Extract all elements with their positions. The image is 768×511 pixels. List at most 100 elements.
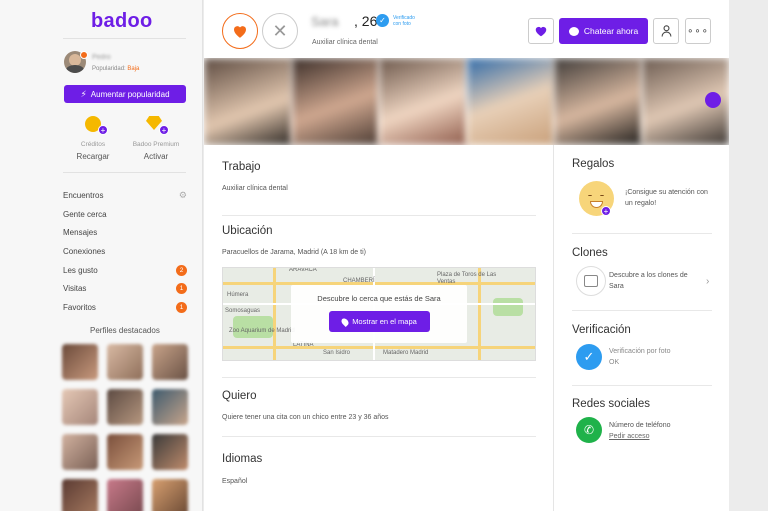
like-button[interactable]	[222, 13, 258, 49]
work-title: Trabajo	[222, 161, 261, 173]
location-text: Paracuellos de Jarama, Madrid (A 18 km d…	[222, 249, 366, 256]
profile-main: ✕ Sara , 26 ✓ Verificado con foto Auxili…	[204, 0, 729, 511]
profile-photo[interactable]	[204, 58, 292, 145]
more-photos-icon[interactable]	[705, 92, 721, 108]
verification-title: Verificación	[572, 324, 631, 336]
sidebar-item-gente-cerca[interactable]: Gente cerca	[63, 205, 187, 224]
request-access-link[interactable]: Pedir acceso	[609, 433, 649, 440]
map-park	[233, 316, 273, 338]
featured-profile-thumb[interactable]	[107, 389, 143, 425]
location-title: Ubicación	[222, 225, 273, 237]
divider	[222, 436, 536, 437]
more-options-button[interactable]: ∘∘∘	[685, 18, 711, 44]
sidebar-item-conexiones[interactable]: Conexiones	[63, 242, 187, 261]
image-icon	[584, 275, 598, 287]
nav-label: Favoritos	[63, 302, 96, 312]
phone-text: Número de teléfono	[609, 422, 671, 429]
map-label: Somosaguas	[225, 308, 261, 314]
featured-profile-thumb[interactable]	[107, 344, 143, 380]
verification-text: Verificación por foto	[609, 348, 671, 355]
popularity-value: Baja	[127, 66, 140, 72]
heart-icon	[234, 26, 246, 38]
featured-profile-thumb[interactable]	[62, 389, 98, 425]
clones-text[interactable]: Descubre a los clones de Sara	[609, 271, 704, 292]
profile-photo[interactable]	[554, 58, 642, 145]
user-icon	[661, 25, 671, 37]
popularity-status: Popularidad: Baja	[92, 66, 139, 72]
lightning-icon: ⚡	[80, 88, 87, 99]
featured-profile-thumb[interactable]	[107, 434, 143, 470]
profile-age: , 26	[354, 13, 378, 29]
verified-check-icon: ✓	[576, 344, 602, 370]
chevron-right-icon[interactable]: ›	[706, 276, 709, 287]
divider	[222, 215, 536, 216]
featured-profiles-grid	[62, 344, 188, 511]
featured-profile-thumb[interactable]	[152, 434, 188, 470]
premium-title: Badoo Premium	[132, 141, 180, 148]
nav-label: Gente cerca	[63, 209, 107, 219]
boost-popularity-button[interactable]: ⚡ Aumentar popularidad	[64, 85, 186, 103]
chat-bubble-icon	[568, 26, 579, 36]
sidebar-nav: Encuentros ⚙ Gente cerca Mensajes Conexi…	[63, 186, 187, 317]
verified-label: Verificado con foto	[393, 15, 415, 27]
social-title: Redes sociales	[572, 398, 650, 410]
chat-label: Chatear ahora	[583, 26, 639, 36]
featured-profiles-title: Perfiles destacados	[90, 326, 160, 335]
badoo-logo[interactable]: badoo	[91, 10, 153, 33]
boost-label: Aumentar popularidad	[90, 89, 170, 99]
map-overlay: Descubre lo cerca que estás de Sara Most…	[291, 285, 467, 343]
dislike-button[interactable]: ✕	[262, 13, 298, 49]
map-label: Plaza de Toros de Las Ventas	[437, 272, 497, 285]
nav-label: Encuentros	[63, 190, 104, 200]
crush-button[interactable]	[528, 18, 554, 44]
photo-strip[interactable]	[204, 58, 729, 145]
profile-photo[interactable]	[466, 58, 554, 145]
nav-label: Mensajes	[63, 228, 98, 238]
clones-button[interactable]	[576, 266, 606, 296]
gifts-text[interactable]: ¡Consigue su atención con un regalo!	[625, 188, 717, 209]
featured-profile-thumb[interactable]	[62, 479, 98, 511]
premium-activate-link[interactable]: Activar	[126, 152, 186, 161]
nav-label: Visitas	[63, 284, 87, 294]
location-map[interactable]: ARAVACA CHAMBERÍ Húmera Somosaguas Zoo A…	[222, 267, 536, 361]
map-label: Húmera	[227, 292, 249, 298]
credits-recharge-link[interactable]: Recargar	[63, 152, 123, 161]
divider	[572, 310, 712, 311]
show-on-map-button[interactable]: Mostrar en el mapa	[329, 311, 430, 332]
map-park	[493, 298, 523, 316]
clones-title: Clones	[572, 247, 608, 259]
heart-arrow-icon	[535, 26, 547, 37]
featured-profile-thumb[interactable]	[152, 344, 188, 380]
map-label: San Isidro	[323, 350, 351, 356]
profile-photo[interactable]	[379, 58, 467, 145]
featured-profile-thumb[interactable]	[152, 389, 188, 425]
divider	[63, 172, 186, 173]
count-badge: 2	[176, 264, 187, 276]
phone-icon: ✆	[576, 417, 602, 443]
sidebar-item-visitas[interactable]: Visitas 1	[63, 279, 187, 298]
featured-profile-thumb[interactable]	[107, 479, 143, 511]
featured-profile-thumb[interactable]	[62, 434, 98, 470]
featured-profile-thumb[interactable]	[152, 479, 188, 511]
map-label: Zoo Aquarium de Madrid	[229, 328, 295, 334]
verified-subtext: con foto	[393, 21, 411, 27]
featured-profile-thumb[interactable]	[62, 344, 98, 380]
divider	[222, 377, 536, 378]
verification-status: OK	[609, 359, 620, 366]
sidebar-item-encuentros[interactable]: Encuentros ⚙	[63, 186, 187, 205]
filter-icon[interactable]: ⚙	[179, 190, 187, 201]
work-text: Auxiliar clínica dental	[222, 185, 288, 192]
view-profile-button[interactable]	[653, 18, 679, 44]
plus-icon: +	[159, 125, 169, 135]
chat-now-button[interactable]: Chatear ahora	[559, 18, 648, 44]
show-on-map-label: Mostrar en el mapa	[352, 317, 417, 326]
profile-photo[interactable]	[291, 58, 379, 145]
sidebar-item-les-gusto[interactable]: Les gusto 2	[63, 261, 187, 280]
profile-job: Auxiliar clínica dental	[312, 39, 378, 46]
sidebar-item-favoritos[interactable]: Favoritos 1	[63, 298, 187, 317]
my-name[interactable]: Pedro	[92, 54, 111, 61]
count-badge: 1	[176, 301, 187, 313]
popularity-label: Popularidad:	[92, 66, 126, 72]
count-badge: 1	[176, 283, 187, 295]
sidebar-item-mensajes[interactable]: Mensajes	[63, 223, 187, 242]
